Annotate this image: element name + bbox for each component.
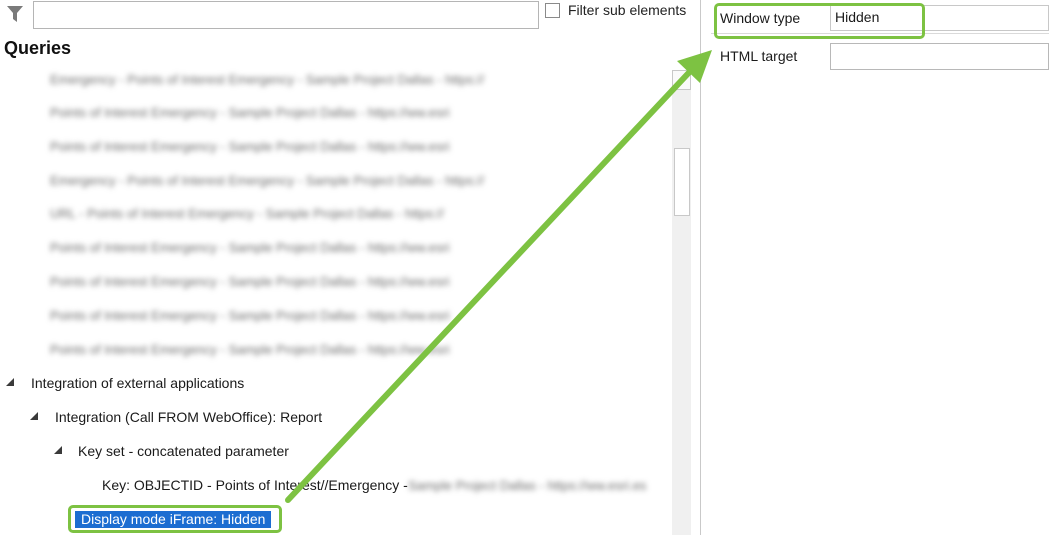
tree-node-key-set[interactable]: Key set - concatenated parameter xyxy=(78,443,289,459)
filter-icon[interactable] xyxy=(6,4,24,24)
tree-node-integration-external[interactable]: Integration of external applications xyxy=(31,375,244,391)
list-item[interactable]: Points of Interest Emergency - Sample Pr… xyxy=(50,240,670,258)
list-item[interactable]: Points of Interest Emergency - Sample Pr… xyxy=(50,105,670,123)
list-item[interactable]: Points of Interest Emergency - Sample Pr… xyxy=(50,139,670,157)
html-target-field[interactable] xyxy=(830,43,1049,70)
html-target-label: HTML target xyxy=(720,48,798,64)
collapse-arrow-icon[interactable] xyxy=(30,412,39,421)
window-type-highlight xyxy=(714,3,925,39)
list-item[interactable]: Emergency - Points of Interest Emergency… xyxy=(50,72,670,90)
tree-node-display-mode[interactable]: Display mode iFrame: Hidden xyxy=(75,511,272,528)
filter-sub-elements-label[interactable]: Filter sub elements xyxy=(568,2,686,18)
collapse-arrow-icon[interactable] xyxy=(54,446,63,455)
scrollbar-thumb[interactable] xyxy=(674,148,690,216)
list-item[interactable]: Emergency - Points of Interest Emergency… xyxy=(50,173,670,191)
list-item[interactable]: Points of Interest Emergency - Sample Pr… xyxy=(50,308,670,326)
left-pane: Filter sub elements Queries Emergency - … xyxy=(0,0,700,535)
filter-input[interactable] xyxy=(33,1,539,29)
collapse-arrow-icon[interactable] xyxy=(6,378,15,387)
scrollbar-track[interactable] xyxy=(672,70,691,535)
filter-sub-elements-checkbox[interactable] xyxy=(545,3,560,18)
properties-pane: Window type Hidden HTML target xyxy=(701,0,1049,535)
list-item[interactable]: URL - Points of Interest Emergency - Sam… xyxy=(50,206,670,224)
scroll-up-button[interactable] xyxy=(672,70,691,90)
list-item[interactable]: Points of Interest Emergency - Sample Pr… xyxy=(50,274,670,292)
queries-heading: Queries xyxy=(4,38,72,58)
tree-node-key-item-blurred: Sample Project Dallas - https://ww.esri.… xyxy=(408,478,647,493)
tree-node-display-mode-highlight[interactable]: Display mode iFrame: Hidden xyxy=(68,505,282,533)
tree-node-key-item[interactable]: Key: OBJECTID - Points of Interest//Emer… xyxy=(102,477,408,493)
list-item[interactable]: Points of Interest Emergency - Sample Pr… xyxy=(50,342,670,360)
tree-node-integration-call[interactable]: Integration (Call FROM WebOffice): Repor… xyxy=(55,409,322,425)
